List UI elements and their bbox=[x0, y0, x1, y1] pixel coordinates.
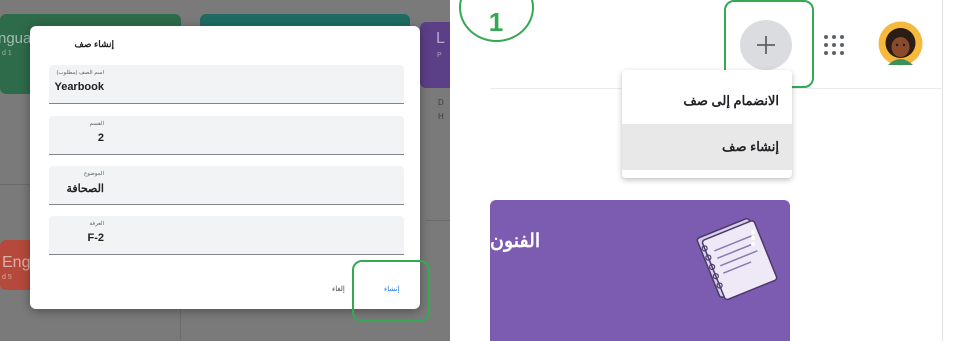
create-class-dialog-panel: ngua d 1 L P D H Eng d 5 إنشاء صف اسم ال… bbox=[0, 0, 450, 341]
section-field[interactable]: القسم 2 bbox=[49, 116, 404, 155]
notebook-illustration bbox=[696, 217, 778, 301]
create-button-highlight bbox=[352, 260, 430, 322]
bg-divider bbox=[0, 184, 30, 185]
room-field[interactable]: الغرفة F-2 bbox=[49, 216, 404, 255]
section-value: 2 bbox=[97, 132, 104, 144]
class-name-field[interactable]: اسم الصف (مطلوب) Yearbook bbox=[49, 65, 404, 104]
bg-divider bbox=[426, 220, 450, 221]
bg-card-subtitle: d 5 bbox=[2, 274, 12, 281]
bg-card-title: Eng bbox=[2, 254, 31, 271]
dialog-title: إنشاء صف bbox=[74, 39, 114, 49]
menu-item-create-class[interactable]: إنشاء صف bbox=[622, 124, 792, 170]
panel-edge bbox=[942, 0, 943, 341]
class-card[interactable]: الفنون bbox=[490, 200, 790, 341]
menu-item-join-class[interactable]: الانضمام إلى صف bbox=[622, 78, 792, 124]
bg-card-text: D bbox=[438, 98, 444, 107]
bg-card-subtitle: P bbox=[437, 52, 442, 59]
more-vert-icon[interactable] bbox=[748, 228, 758, 248]
bg-card-title: L bbox=[436, 30, 445, 47]
cancel-button[interactable]: إلغاء bbox=[332, 285, 345, 293]
avatar[interactable] bbox=[878, 21, 923, 66]
bg-class-card-purple bbox=[420, 22, 450, 88]
screenshot-root: ngua d 1 L P D H Eng d 5 إنشاء صف اسم ال… bbox=[0, 0, 957, 341]
room-label: الغرفة bbox=[89, 221, 104, 227]
class-name-value: Yearbook bbox=[54, 81, 104, 93]
subject-value: الصحافة bbox=[66, 183, 104, 195]
classroom-home-panel: 1 الانضمام إلى صف إنشاء صف الفنون bbox=[450, 0, 957, 341]
bg-card-text: H bbox=[438, 112, 444, 121]
class-name-label: اسم الصف (مطلوب) bbox=[56, 70, 104, 76]
bg-card-subtitle: d 1 bbox=[2, 50, 12, 57]
apps-grid-icon[interactable] bbox=[822, 33, 846, 57]
step-number: 1 bbox=[488, 7, 504, 37]
step-badge: 1 bbox=[459, 0, 534, 42]
subject-label: الموضوع bbox=[83, 171, 104, 177]
room-value: F-2 bbox=[87, 232, 105, 244]
bg-card-title: ngua bbox=[0, 30, 32, 47]
add-class-menu: الانضمام إلى صف إنشاء صف bbox=[622, 70, 792, 178]
bg-divider bbox=[180, 309, 181, 341]
class-card-title: الفنون bbox=[490, 231, 541, 252]
section-label: القسم bbox=[89, 121, 104, 127]
subject-field[interactable]: الموضوع الصحافة bbox=[49, 166, 404, 205]
